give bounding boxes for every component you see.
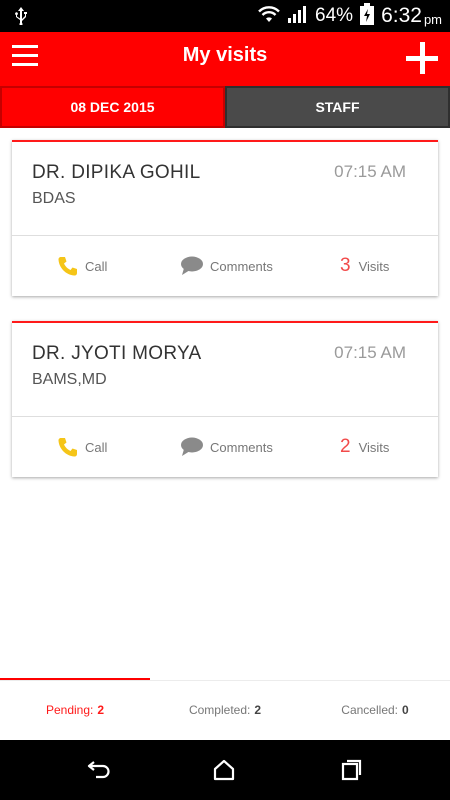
- status-time: 6:32: [381, 4, 422, 27]
- visits-label: Visits: [358, 439, 390, 455]
- call-button[interactable]: Call: [57, 236, 107, 296]
- back-icon[interactable]: [86, 758, 112, 782]
- status-icons: 64% 6:32 pm: [257, 0, 442, 32]
- add-icon[interactable]: [406, 42, 438, 74]
- doctor-name: DR. DIPIKA GOHIL: [32, 162, 201, 183]
- tab-cancelled[interactable]: Cancelled: 0: [300, 681, 450, 739]
- call-label: Call: [85, 258, 108, 274]
- visits-count: 2: [340, 436, 351, 457]
- status-tabs: Pending: 2 Completed: 2 Cancelled: 0: [0, 681, 450, 739]
- status-ampm: pm: [423, 11, 442, 27]
- doctor-name: DR. JYOTI MORYA: [32, 343, 202, 364]
- visit-card[interactable]: DR. DIPIKA GOHIL BDAS 07:15 AM Call Comm…: [12, 140, 438, 296]
- tab-pending[interactable]: Pending: 2: [0, 681, 150, 739]
- visits-count: 3: [340, 255, 351, 276]
- comments-label: Comments: [210, 258, 273, 274]
- visit-card[interactable]: DR. JYOTI MORYA BAMS,MD 07:15 AM Call Co…: [12, 321, 438, 477]
- tab-completed-count: 2: [254, 703, 262, 717]
- tab-pending-count: 2: [97, 703, 105, 717]
- comment-icon: [180, 437, 204, 457]
- tab-cancelled-label: Cancelled:: [341, 703, 398, 717]
- doctor-degree: BAMS,MD: [32, 371, 107, 388]
- date-staff-tabs: 08 DEC 2015 STAFF: [0, 86, 450, 128]
- wifi-icon: [257, 5, 281, 28]
- visits-label: Visits: [358, 258, 390, 274]
- call-button[interactable]: Call: [57, 417, 107, 477]
- home-icon[interactable]: [211, 758, 237, 782]
- comments-label: Comments: [210, 439, 273, 455]
- visits-count-button[interactable]: 3 Visits: [340, 236, 389, 296]
- tab-completed[interactable]: Completed: 2: [150, 681, 300, 739]
- visit-time: 07:15 AM: [334, 343, 406, 362]
- status-bar: 64% 6:32 pm: [0, 0, 450, 32]
- phone-icon: [57, 255, 79, 277]
- card-actions: Call Comments 2 Visits: [12, 417, 438, 477]
- battery-icon: [359, 2, 375, 30]
- tab-date[interactable]: 08 DEC 2015: [0, 86, 225, 128]
- comment-icon: [180, 256, 204, 276]
- app-bar: My visits: [0, 32, 450, 86]
- battery-percent: 64%: [315, 5, 354, 26]
- navigation-bar: [0, 740, 450, 800]
- visit-time: 07:15 AM: [334, 162, 406, 181]
- recent-apps-icon[interactable]: [338, 758, 364, 782]
- visits-count-button[interactable]: 2 Visits: [340, 417, 389, 477]
- tab-completed-label: Completed:: [188, 703, 251, 717]
- comments-button[interactable]: Comments: [180, 236, 273, 296]
- tab-staff[interactable]: STAFF: [225, 86, 450, 128]
- tab-cancelled-count: 0: [402, 703, 409, 717]
- tab-pending-label: Pending:: [45, 703, 94, 717]
- comments-button[interactable]: Comments: [180, 417, 273, 477]
- call-label: Call: [85, 439, 108, 455]
- signal-icon: [287, 5, 309, 28]
- card-actions: Call Comments 3 Visits: [12, 236, 438, 296]
- phone-icon: [57, 436, 79, 458]
- doctor-degree: BDAS: [32, 190, 76, 207]
- usb-icon: [14, 7, 28, 26]
- page-title: My visits: [182, 44, 268, 66]
